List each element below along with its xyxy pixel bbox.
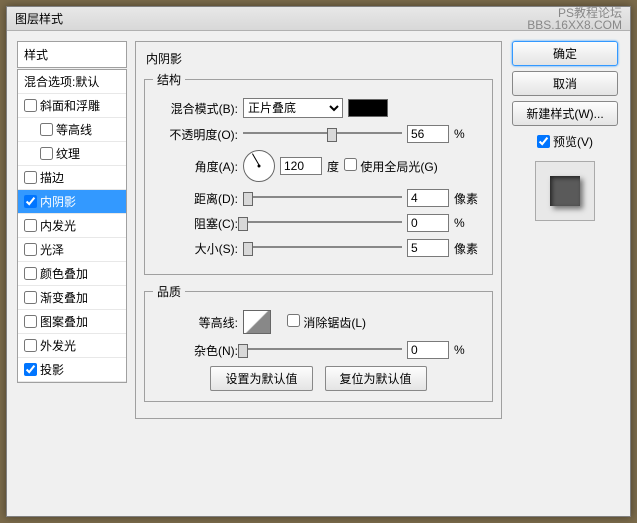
blend-mode-label: 混合模式(B): [153,100,238,117]
size-input[interactable] [407,239,449,257]
style-label-11: 外发光 [40,337,76,354]
reset-default-button[interactable]: 复位为默认值 [325,366,427,391]
style-checkbox-7[interactable] [24,243,37,256]
blend-mode-select[interactable]: 正片叠底 [243,98,343,118]
new-style-button[interactable]: 新建样式(W)... [512,101,618,126]
contour-picker[interactable] [243,310,271,334]
choke-unit: % [454,216,484,230]
quality-group: 品质 等高线: 消除锯齿(L) 杂色(N): % 设置为默认值 复位为默认值 [144,283,493,402]
style-label-7: 光泽 [40,241,64,258]
style-label-6: 内发光 [40,217,76,234]
antialias-check[interactable]: 消除锯齿(L) [287,314,366,331]
quality-legend: 品质 [153,283,185,300]
style-item-1[interactable]: 斜面和浮雕 [18,94,126,118]
style-checkbox-3[interactable] [40,147,53,160]
angle-dial[interactable] [243,150,275,182]
cancel-button[interactable]: 取消 [512,71,618,96]
styles-header[interactable]: 样式 [17,41,127,68]
style-item-2[interactable]: 等高线 [18,118,126,142]
preview-checkbox[interactable] [537,135,550,148]
size-label: 大小(S): [153,240,238,257]
angle-unit: 度 [327,158,339,175]
distance-label: 距离(D): [153,190,238,207]
style-label-1: 斜面和浮雕 [40,97,100,114]
style-item-0[interactable]: 混合选项:默认 [18,70,126,94]
styles-panel: 样式 混合选项:默认斜面和浮雕等高线纹理描边内阴影内发光光泽颜色叠加渐变叠加图案… [17,41,127,419]
distance-unit: 像素 [454,190,484,207]
opacity-label: 不透明度(O): [153,126,238,143]
opacity-input[interactable] [407,125,449,143]
choke-label: 阻塞(C): [153,215,238,232]
watermark: PS教程论坛 BBS.16XX8.COM [527,7,622,31]
contour-label: 等高线: [153,314,238,331]
style-label-0: 混合选项:默认 [24,73,99,90]
style-checkbox-12[interactable] [24,363,37,376]
style-checkbox-8[interactable] [24,267,37,280]
preview-box [535,161,595,221]
panel-title: 内阴影 [144,50,493,67]
style-label-5: 内阴影 [40,193,76,210]
angle-input[interactable] [280,157,322,175]
style-item-9[interactable]: 渐变叠加 [18,286,126,310]
color-swatch[interactable] [348,99,388,117]
layer-style-dialog: 图层样式 PS教程论坛 BBS.16XX8.COM 样式 混合选项:默认斜面和浮… [6,6,631,517]
choke-input[interactable] [407,214,449,232]
opacity-unit: % [454,127,484,141]
style-item-11[interactable]: 外发光 [18,334,126,358]
choke-slider[interactable] [243,215,402,231]
noise-slider[interactable] [243,342,402,358]
style-checkbox-9[interactable] [24,291,37,304]
antialias-checkbox[interactable] [287,314,300,327]
window-title: 图层样式 [15,10,63,27]
style-item-5[interactable]: 内阴影 [18,190,126,214]
noise-label: 杂色(N): [153,342,238,359]
style-item-10[interactable]: 图案叠加 [18,310,126,334]
style-item-6[interactable]: 内发光 [18,214,126,238]
style-item-8[interactable]: 颜色叠加 [18,262,126,286]
style-label-2: 等高线 [56,121,92,138]
style-item-4[interactable]: 描边 [18,166,126,190]
style-item-7[interactable]: 光泽 [18,238,126,262]
structure-legend: 结构 [153,71,185,88]
style-checkbox-6[interactable] [24,219,37,232]
style-label-8: 颜色叠加 [40,265,88,282]
opacity-slider[interactable] [243,126,402,142]
style-label-10: 图案叠加 [40,313,88,330]
preview-check[interactable]: 预览(V) [537,133,593,150]
style-checkbox-11[interactable] [24,339,37,352]
size-unit: 像素 [454,240,484,257]
preview-swatch [550,176,580,206]
style-checkbox-4[interactable] [24,171,37,184]
style-checkbox-10[interactable] [24,315,37,328]
style-checkbox-2[interactable] [40,123,53,136]
style-label-12: 投影 [40,361,64,378]
noise-input[interactable] [407,341,449,359]
style-item-3[interactable]: 纹理 [18,142,126,166]
angle-label: 角度(A): [153,158,238,175]
style-checkbox-1[interactable] [24,99,37,112]
styles-list: 混合选项:默认斜面和浮雕等高线纹理描边内阴影内发光光泽颜色叠加渐变叠加图案叠加外… [17,69,127,383]
structure-group: 结构 混合模式(B): 正片叠底 不透明度(O): % 角度(A): 度 [144,71,493,275]
ok-button[interactable]: 确定 [512,41,618,66]
title-bar: 图层样式 PS教程论坛 BBS.16XX8.COM [7,7,630,31]
style-label-4: 描边 [40,169,64,186]
style-checkbox-5[interactable] [24,195,37,208]
style-item-12[interactable]: 投影 [18,358,126,382]
noise-unit: % [454,343,484,357]
action-panel: 确定 取消 新建样式(W)... 预览(V) [510,41,620,419]
style-label-3: 纹理 [56,145,80,162]
settings-panel: 内阴影 结构 混合模式(B): 正片叠底 不透明度(O): % 角度(A): [135,41,502,419]
size-slider[interactable] [243,240,402,256]
distance-input[interactable] [407,189,449,207]
style-label-9: 渐变叠加 [40,289,88,306]
make-default-button[interactable]: 设置为默认值 [210,366,312,391]
global-light-check[interactable]: 使用全局光(G) [344,158,438,175]
distance-slider[interactable] [243,190,402,206]
global-light-checkbox[interactable] [344,158,357,171]
